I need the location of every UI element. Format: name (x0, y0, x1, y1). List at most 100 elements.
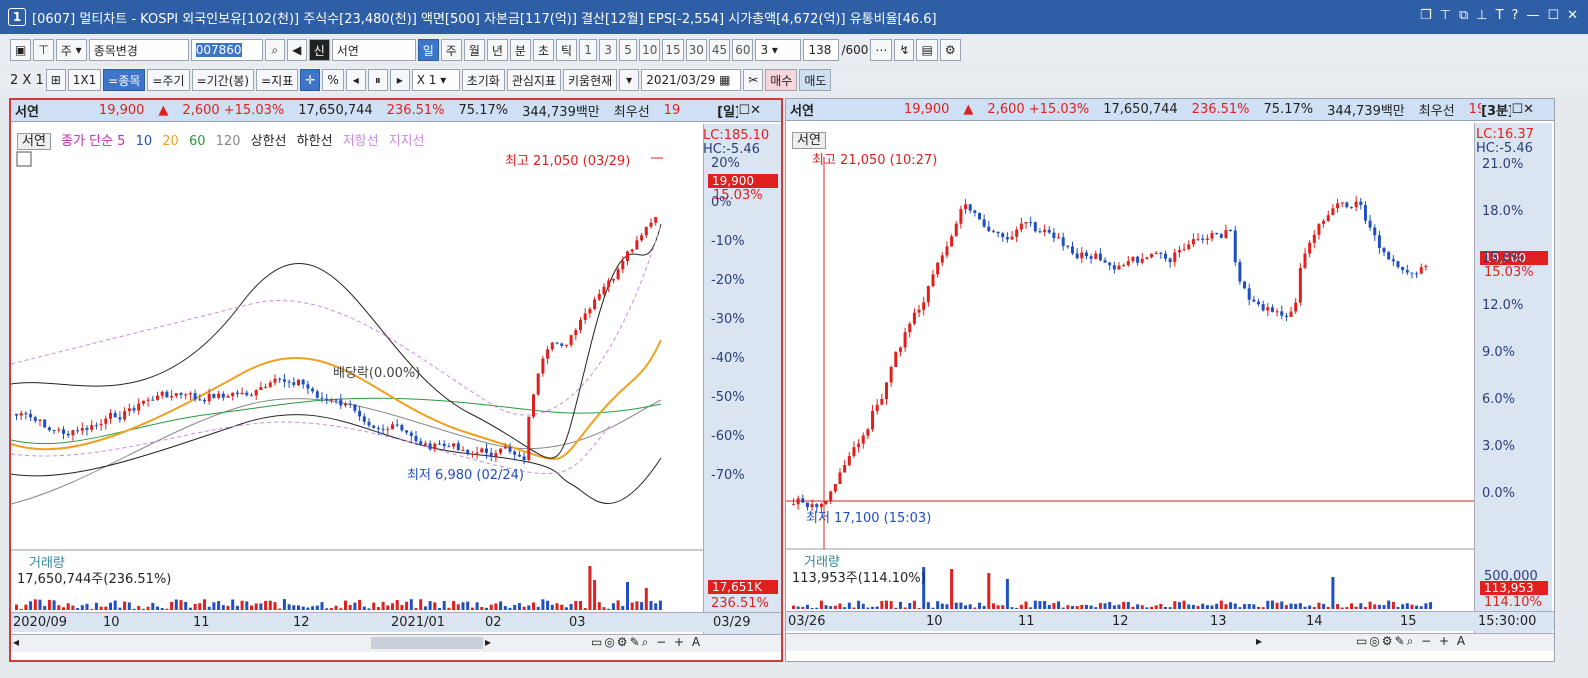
kiwoom-dropdown[interactable]: ▾ (619, 69, 640, 91)
scroll-right-icon[interactable]: ▸ (485, 635, 491, 649)
scroll-left-icon[interactable]: ◂ (13, 635, 19, 649)
right-close-icon[interactable]: ☐✕ (1511, 102, 1534, 117)
layout-icon[interactable]: ▣ (10, 39, 32, 61)
pin-icon[interactable]: ⊤ (1440, 8, 1451, 23)
minimize-icon[interactable]: — (1526, 8, 1539, 23)
pause-icon[interactable]: ⏸ (367, 69, 388, 91)
candle-body (532, 394, 535, 417)
sync-range-button[interactable]: =기간(봉) (191, 69, 255, 91)
save-icon[interactable]: ▤ (916, 39, 938, 61)
reset-button[interactable]: 초기화 (461, 69, 505, 91)
prev-icon[interactable]: ◂ (345, 69, 366, 91)
volume-bar (1415, 605, 1419, 609)
chart-add-icon[interactable]: ⋯ (870, 39, 893, 61)
left-close-icon[interactable]: ☐✕ (738, 103, 761, 118)
crosshair-icon[interactable]: ✛ (300, 69, 321, 91)
interest-indicator-button[interactable]: 관심지표 (506, 69, 562, 91)
percent-button[interactable]: % (322, 69, 344, 91)
volume-bar (1112, 605, 1116, 609)
volume-bar (1419, 606, 1423, 609)
legend-ma120[interactable]: 120 (216, 134, 241, 149)
legend-lower[interactable]: 하한선 (297, 134, 333, 149)
legend-ma5[interactable]: 종가 단순 5 (61, 134, 125, 149)
top-icon[interactable]: ⊤ (33, 39, 54, 61)
right-zoom-tools[interactable]: ▭◎⚙✎⌕ − + A (1356, 634, 1467, 649)
left-zoom-tools[interactable]: ▭◎⚙✎⌕ − + A (591, 635, 702, 650)
volume-bar (113, 600, 117, 610)
volume-bar (334, 605, 338, 610)
num-10[interactable]: 10 (639, 39, 661, 61)
volume-bar (1270, 600, 1274, 609)
candle-body (1331, 208, 1335, 216)
sound-icon[interactable]: ◀ (286, 39, 307, 61)
period-day[interactable]: 일 (417, 39, 439, 61)
candle-body (1205, 238, 1209, 241)
legend-stock[interactable]: 서연 (17, 133, 51, 150)
legend-upper[interactable]: 상한선 (251, 134, 287, 149)
volume-bar (838, 603, 842, 609)
volume-bar (433, 602, 437, 610)
right-scrollbar[interactable]: ▸ ▭◎⚙✎⌕ − + A (786, 633, 1554, 651)
search-icon[interactable]: ⌕ (264, 39, 285, 61)
legend-resist[interactable]: 저항선 (343, 134, 379, 149)
stock-code-input[interactable]: 007860 (190, 39, 263, 61)
sell-button[interactable]: 매도 (799, 69, 832, 91)
single-layout-button[interactable]: 1X1 (67, 69, 102, 91)
maximize-icon[interactable]: ☐ (1547, 8, 1559, 23)
fix-icon[interactable]: ⊥ (1476, 8, 1487, 23)
right-chart-plot[interactable] (786, 123, 1474, 639)
period-week[interactable]: 주 (440, 39, 462, 61)
kiwoom-current-button[interactable]: 키움현재 (563, 69, 618, 91)
scissors-icon[interactable]: ✂ (743, 69, 764, 91)
sync-indicator-button[interactable]: =지표 (256, 69, 299, 91)
buy-button[interactable]: 매수 (765, 69, 798, 91)
volume-bar (80, 605, 84, 610)
legend-ma60[interactable]: 60 (189, 134, 206, 149)
text-icon[interactable]: T (1496, 8, 1504, 23)
candle-body (400, 425, 404, 431)
stock-name-field[interactable]: 서연 (331, 39, 416, 61)
candle-body (792, 504, 795, 506)
sync-stock-button[interactable]: =종목 (103, 69, 146, 91)
count-input[interactable]: 138 (803, 39, 840, 61)
right-legend-stock[interactable]: 서연 (792, 132, 826, 149)
scroll-thumb[interactable] (371, 637, 483, 649)
period-tick[interactable]: 틱 (556, 39, 578, 61)
legend-support[interactable]: 지지선 (389, 134, 425, 149)
period-second[interactable]: 초 (532, 39, 555, 61)
num-15[interactable]: 15 (662, 39, 684, 61)
legend-ma10[interactable]: 10 (136, 134, 153, 149)
restore-icon[interactable]: ❐ (1420, 8, 1432, 23)
candle-body (959, 209, 963, 224)
num-3[interactable]: 3 (599, 39, 618, 61)
left-chart-plot[interactable] (11, 124, 703, 640)
period-select[interactable]: 주 ▾ (55, 39, 87, 61)
right-scroll-right-icon[interactable]: ▸ (1256, 634, 1262, 648)
volume-bar (367, 608, 371, 610)
candle-body (1354, 201, 1358, 208)
multiplier-select[interactable]: X 1 ▾ (411, 69, 460, 91)
settings-icon[interactable]: ⚙ (939, 39, 961, 61)
left-scrollbar[interactable]: ◂ ▸ ▭◎⚙✎⌕ − + A (11, 634, 781, 652)
next-icon[interactable]: ▸ (389, 69, 410, 91)
period-year[interactable]: 년 (486, 39, 508, 61)
legend-ma20[interactable]: 20 (162, 134, 179, 149)
volume-bar (254, 603, 258, 610)
sync-period-button[interactable]: =주기 (147, 69, 190, 91)
num-45[interactable]: 45 (708, 39, 731, 61)
compare-icon[interactable]: ↯ (894, 39, 915, 61)
date-input[interactable]: 2021/03/29 ▦ (641, 69, 742, 91)
num-30[interactable]: 30 (685, 39, 707, 61)
copy-icon[interactable]: ⧉ (1459, 8, 1468, 23)
num-60[interactable]: 60 (732, 39, 754, 61)
count-select[interactable]: 3 ▾ (755, 39, 802, 61)
period-month[interactable]: 월 (463, 39, 485, 61)
help-icon[interactable]: ? (1512, 8, 1519, 23)
volume-bar (880, 600, 884, 609)
close-icon[interactable]: ✕ (1567, 8, 1578, 23)
num-1[interactable]: 1 (579, 39, 598, 61)
stock-change-select[interactable]: 종목변경 (88, 39, 189, 61)
num-5[interactable]: 5 (619, 39, 638, 61)
period-minute[interactable]: 분 (509, 39, 531, 61)
grid-icon[interactable]: ⊞ (45, 69, 66, 91)
